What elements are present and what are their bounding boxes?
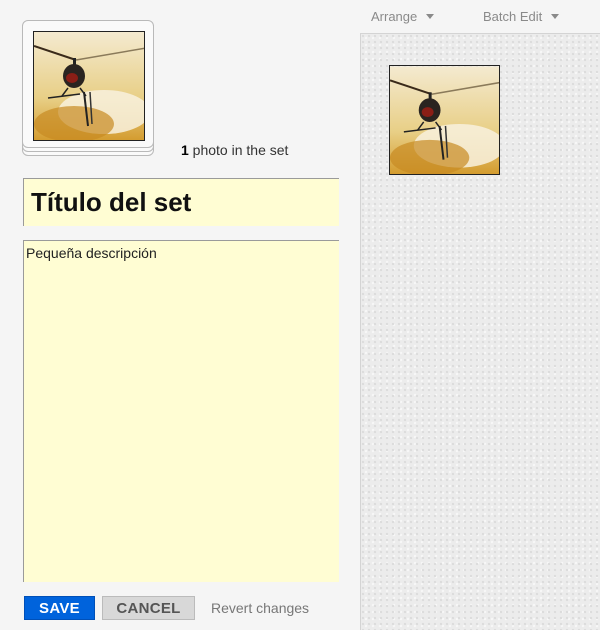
helicopter-photo-icon: [34, 32, 144, 140]
set-editor: 1 photo in the set Pequeña descripción S…: [0, 0, 600, 630]
arrange-menu[interactable]: Arrange: [371, 9, 435, 24]
set-description-textarea[interactable]: Pequeña descripción: [23, 240, 339, 582]
set-thumbnail-stack: [22, 20, 154, 156]
set-title-input[interactable]: [23, 178, 339, 226]
chevron-down-icon: [551, 14, 560, 19]
save-button[interactable]: SAVE: [24, 596, 95, 620]
set-primary-photo[interactable]: [33, 31, 145, 141]
batch-edit-menu[interactable]: Batch Edit: [483, 9, 560, 24]
canvas-photo-thumbnail[interactable]: [389, 65, 500, 175]
photo-count-number: 1: [181, 142, 189, 158]
revert-changes-link[interactable]: Revert changes: [211, 600, 309, 616]
photo-count-text: 1 photo in the set: [181, 142, 288, 158]
photo-count-suffix: photo in the set: [188, 142, 289, 158]
batch-edit-label: Batch Edit: [483, 9, 543, 24]
helicopter-photo-icon: [390, 66, 499, 174]
stack-card-front: [22, 20, 154, 148]
cancel-button[interactable]: CANCEL: [102, 596, 195, 620]
chevron-down-icon: [426, 14, 435, 19]
arrange-label: Arrange: [371, 9, 418, 24]
